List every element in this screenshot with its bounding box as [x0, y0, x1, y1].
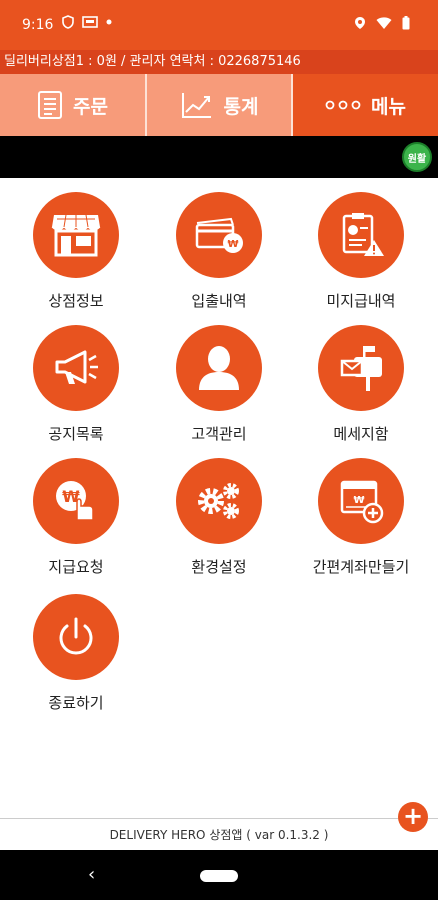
menu-messages[interactable]: 메세지함 [290, 325, 432, 444]
dot-notification-icon [106, 19, 112, 25]
menu-notices[interactable]: 공지목록 [5, 325, 147, 444]
svg-text:₩: ₩ [353, 495, 364, 506]
menu-exit[interactable]: 종료하기 [5, 594, 147, 713]
dots-icon [325, 100, 361, 110]
menu-transactions-label: 입출내역 [191, 292, 247, 310]
menu-exit-label: 종료하기 [48, 694, 104, 712]
tab-order-label: 주문 [73, 95, 108, 118]
power-icon [33, 594, 119, 680]
menu-transactions[interactable]: ₩ 입출내역 [148, 192, 290, 311]
status-time: 9:16 [22, 17, 54, 33]
svg-text:₩: ₩ [227, 239, 238, 250]
battery-icon [402, 16, 410, 30]
system-nav-bar: ‹ [0, 850, 438, 900]
wifi-icon [376, 16, 392, 29]
payment-request-icon: ₩ [33, 458, 119, 544]
shield-notification-icon [62, 15, 74, 29]
image-notification-icon [82, 16, 98, 28]
menu-notices-label: 공지목록 [48, 425, 104, 443]
status-badge: 원활 [402, 142, 432, 172]
add-button[interactable]: + [398, 802, 428, 832]
store-icon [33, 192, 119, 278]
trend-chart-icon [181, 93, 211, 118]
menu-payment-request-label: 지급요청 [48, 558, 104, 576]
home-pill-icon[interactable] [200, 870, 238, 882]
megaphone-icon [33, 325, 119, 411]
menu-settings[interactable]: 환경설정 [148, 458, 290, 577]
back-icon[interactable]: ‹ [88, 864, 95, 885]
menu-payment-request[interactable]: ₩ 지급요청 [5, 458, 147, 577]
payment-card-icon: ₩ [176, 192, 262, 278]
person-icon [176, 325, 262, 411]
menu-create-account[interactable]: ₩ 간편계좌만들기 [290, 458, 432, 577]
menu-unpaid-label: 미지급내역 [326, 292, 396, 310]
status-system-icons [354, 16, 410, 30]
menu-customers[interactable]: 고객관리 [148, 325, 290, 444]
app-version-footer: DELIVERY HERO 상점앱 ( var 0.1.3.2 ) [0, 818, 438, 850]
gears-icon [176, 458, 262, 544]
menu-messages-label: 메세지함 [333, 425, 389, 443]
status-notification-icons [62, 15, 112, 29]
tab-stats-label: 통계 [223, 95, 259, 118]
tab-bar: 주문 통계 메뉴 [0, 74, 438, 136]
menu-store-info-label: 상점정보 [48, 292, 104, 310]
menu-settings-label: 환경설정 [191, 558, 247, 576]
account-add-icon: ₩ [318, 458, 404, 544]
document-icon [38, 91, 63, 119]
status-strip: 원활 [0, 136, 438, 178]
tab-order[interactable]: 주문 [0, 74, 147, 136]
status-bar: 9:16 [0, 0, 438, 50]
tab-stats[interactable]: 통계 [147, 74, 293, 136]
menu-create-account-label: 간편계좌만들기 [312, 558, 410, 576]
tab-menu[interactable]: 메뉴 [293, 74, 438, 136]
unpaid-document-icon [318, 192, 404, 278]
store-info-bar: 딜리버리상점1 : 0원 / 관리자 연락처 : 0226875146 [0, 50, 438, 74]
mailbox-icon [318, 325, 404, 411]
location-icon [355, 17, 365, 29]
menu-unpaid[interactable]: 미지급내역 [290, 192, 432, 311]
menu-store-info[interactable]: 상점정보 [5, 192, 147, 311]
menu-customers-label: 고객관리 [191, 425, 247, 443]
tab-menu-label: 메뉴 [371, 95, 406, 118]
